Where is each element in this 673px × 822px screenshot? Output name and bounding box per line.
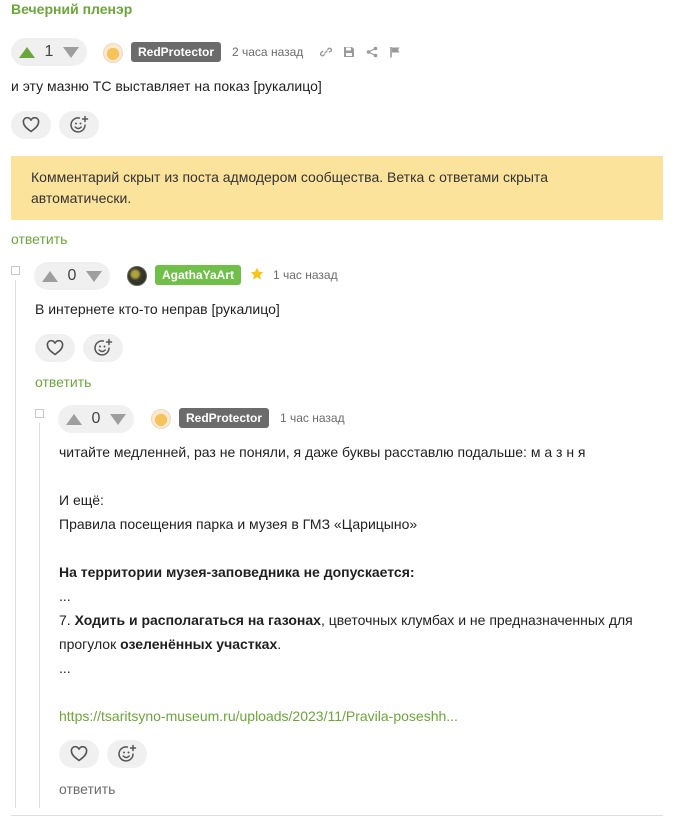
vote-widget: 1 bbox=[11, 38, 87, 66]
author-badge[interactable]: RedProtector bbox=[179, 408, 270, 428]
add-reaction-button[interactable] bbox=[107, 740, 147, 768]
arrow-up-icon[interactable] bbox=[66, 413, 82, 425]
emoji-add-icon bbox=[94, 338, 113, 356]
comment-text: читайте медленней, раз не поняли, я даже… bbox=[59, 444, 586, 460]
post-title[interactable]: Вечерний пленэр bbox=[11, 0, 132, 18]
author-badge[interactable]: AgathaYaArt bbox=[155, 265, 242, 285]
avatar[interactable] bbox=[127, 266, 147, 286]
reply-link[interactable]: ответить bbox=[35, 373, 91, 391]
share-icon[interactable] bbox=[366, 46, 378, 58]
heart-icon bbox=[22, 117, 40, 133]
collapse-icon[interactable] bbox=[35, 409, 44, 418]
vote-count: 0 bbox=[91, 410, 101, 427]
comment-tools bbox=[320, 46, 401, 58]
divider bbox=[11, 815, 663, 816]
comment-time[interactable]: 1 час назад bbox=[273, 265, 338, 285]
comment-bold-heading: На территории музея-заповедника не допус… bbox=[59, 564, 415, 580]
rule-bold: озеленённых участках bbox=[120, 636, 278, 652]
vote-count: 0 bbox=[67, 267, 77, 284]
heart-icon bbox=[46, 340, 64, 356]
external-link-row: https://tsaritsyno-museum.ru/uploads/202… bbox=[59, 704, 458, 728]
comment-text: И ещё: bbox=[59, 492, 104, 508]
thread-line[interactable] bbox=[39, 423, 40, 808]
like-button[interactable] bbox=[35, 334, 75, 362]
ellipsis: ... bbox=[59, 660, 71, 676]
arrow-down-icon[interactable] bbox=[110, 413, 126, 425]
vote-widget: 0 bbox=[58, 405, 134, 433]
comment-text: В интернете кто-то неправ [рукалицо] bbox=[35, 301, 280, 317]
author-badge[interactable]: RedProtector bbox=[131, 42, 222, 62]
ellipsis: ... bbox=[59, 588, 71, 604]
rule-number: 7. bbox=[59, 612, 75, 628]
arrow-up-icon[interactable] bbox=[19, 46, 35, 58]
reply-link[interactable]: ответить bbox=[11, 230, 67, 248]
like-button[interactable] bbox=[59, 740, 99, 768]
comment-time[interactable]: 1 час назад bbox=[280, 408, 345, 428]
thread-line[interactable] bbox=[15, 280, 16, 808]
flag-icon[interactable] bbox=[389, 46, 401, 58]
collapse-icon[interactable] bbox=[11, 266, 20, 275]
comment-time[interactable]: 2 часа назад bbox=[232, 42, 303, 62]
avatar[interactable] bbox=[103, 43, 123, 63]
comment-rule: 7. Ходить и располагаться на газонах, цв… bbox=[59, 608, 639, 656]
vote-count: 1 bbox=[44, 43, 54, 60]
arrow-down-icon[interactable] bbox=[86, 270, 102, 282]
avatar[interactable] bbox=[151, 409, 171, 429]
link-icon[interactable] bbox=[320, 46, 332, 58]
vote-widget: 0 bbox=[34, 262, 110, 290]
hidden-comment-notice: Комментарий скрыт из поста адмодером соо… bbox=[11, 156, 663, 220]
comment-text: Правила посещения парка и музея в ГМЗ «Ц… bbox=[59, 516, 418, 532]
arrow-down-icon[interactable] bbox=[63, 46, 79, 58]
like-button[interactable] bbox=[11, 111, 51, 139]
heart-icon bbox=[70, 746, 88, 762]
rule-text: . bbox=[277, 636, 282, 652]
emoji-add-icon bbox=[118, 744, 137, 762]
comment-text: и эту мазню ТС выставляет на показ [рука… bbox=[11, 78, 322, 94]
arrow-up-icon[interactable] bbox=[42, 270, 58, 282]
add-reaction-button[interactable] bbox=[59, 111, 99, 139]
emoji-add-icon bbox=[70, 115, 89, 133]
external-link[interactable]: https://tsaritsyno-museum.ru/uploads/202… bbox=[59, 708, 458, 724]
star-icon bbox=[250, 267, 264, 286]
reply-link[interactable]: ответить bbox=[59, 780, 115, 798]
save-icon[interactable] bbox=[343, 46, 355, 58]
rule-bold: Ходить и располагаться на газонах bbox=[74, 612, 321, 628]
add-reaction-button[interactable] bbox=[83, 334, 123, 362]
